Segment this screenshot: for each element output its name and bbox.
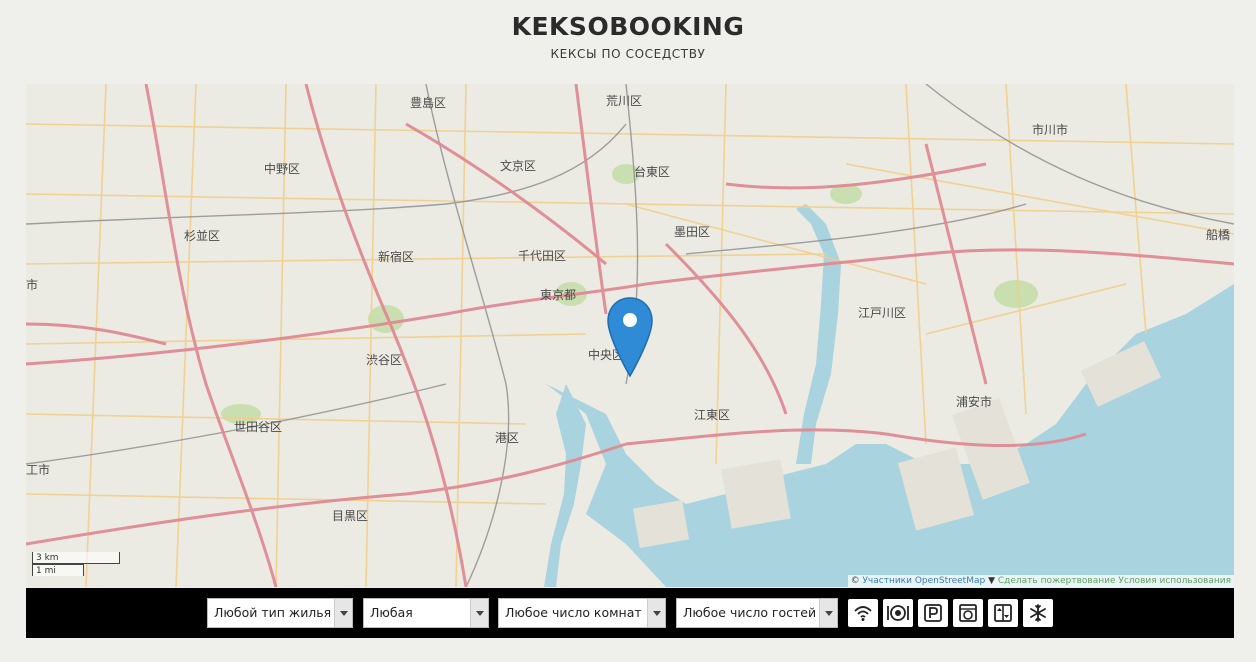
scale-metric: 3 km [32, 552, 120, 564]
chevron-down-icon [470, 599, 488, 627]
map-label: 新宿区 [378, 249, 414, 264]
terms-link[interactable]: Условия использования [1118, 576, 1231, 586]
main-location-pin[interactable] [605, 296, 655, 378]
map-label: 荒川区 [606, 94, 642, 108]
site-tagline: КЕКСЫ ПО СОСЕДСТВУ [550, 47, 706, 61]
map-label: 江東区 [694, 408, 730, 422]
feature-dishwasher[interactable] [883, 599, 913, 627]
parking-icon [924, 604, 942, 622]
map-label: 中野区 [264, 161, 300, 176]
map[interactable]: 荒川区 豊島区 中野区 文京区 台東区 杉並区 新宿区 千代田区 墨田区 市 東… [26, 84, 1234, 587]
map-scale: 3 km 1 mi [32, 552, 120, 576]
feature-wifi[interactable] [848, 599, 878, 627]
map-label: 文京区 [500, 158, 536, 173]
map-label: 千代田区 [518, 249, 566, 263]
filters-bar: Любой тип жилья Любая Любое число комнат… [26, 588, 1234, 638]
map-label: 杉並区 [184, 229, 220, 243]
price-select[interactable]: Любая [363, 598, 489, 628]
dishwasher-icon [887, 605, 909, 621]
map-label: 渋谷区 [366, 353, 402, 367]
feature-elevator[interactable] [988, 599, 1018, 627]
feature-washer[interactable] [953, 599, 983, 627]
osm-contributors-link[interactable]: Участники OpenStreetMap [862, 576, 985, 586]
wifi-icon [854, 606, 872, 621]
housing-type-value: Любой тип жилья [214, 605, 332, 620]
rooms-select[interactable]: Любое число комнат [498, 598, 666, 628]
site-logo[interactable]: KEKSOBOOKING [0, 12, 1256, 41]
map-label: 浦安市 [956, 394, 992, 409]
conditioner-icon [1030, 604, 1046, 622]
attribution-prefix: © [850, 576, 860, 586]
map-label: 目黒区 [332, 509, 368, 523]
feature-conditioner[interactable] [1023, 599, 1053, 627]
map-label: 港区 [495, 431, 519, 445]
map-label: 東京都 [540, 288, 576, 302]
guests-select[interactable]: Любое число гостей [676, 598, 838, 628]
map-label: 市 [26, 277, 38, 292]
map-label: 墨田区 [674, 225, 710, 239]
attribution-separator: ▼ [988, 576, 995, 586]
housing-type-select[interactable]: Любой тип жилья [207, 598, 353, 628]
map-label: 江戸川区 [858, 306, 906, 320]
map-label: 世田谷区 [234, 420, 282, 434]
map-label: 船橋 [1206, 228, 1230, 242]
elevator-icon [994, 604, 1012, 622]
price-value: Любая [370, 605, 413, 620]
chevron-down-icon [334, 599, 352, 627]
map-label: 工市 [26, 462, 50, 477]
chevron-down-icon [647, 599, 665, 627]
guests-value: Любое число гостей [683, 605, 817, 620]
feature-parking[interactable] [918, 599, 948, 627]
rooms-value: Любое число комнат [505, 605, 642, 620]
scale-imperial: 1 mi [32, 564, 84, 576]
map-label: 市川市 [1032, 122, 1068, 137]
map-attribution: © Участники OpenStreetMap ▼ Сделать поже… [847, 575, 1234, 587]
chevron-down-icon [819, 599, 837, 627]
donate-link[interactable]: Сделать пожертвование [998, 576, 1116, 586]
header: KEKSOBOOKING КЕКСЫ ПО СОСЕДСТВУ [0, 0, 1256, 80]
washer-icon [959, 604, 977, 622]
map-label: 台東区 [634, 164, 670, 179]
map-label: 豊島区 [410, 95, 446, 110]
